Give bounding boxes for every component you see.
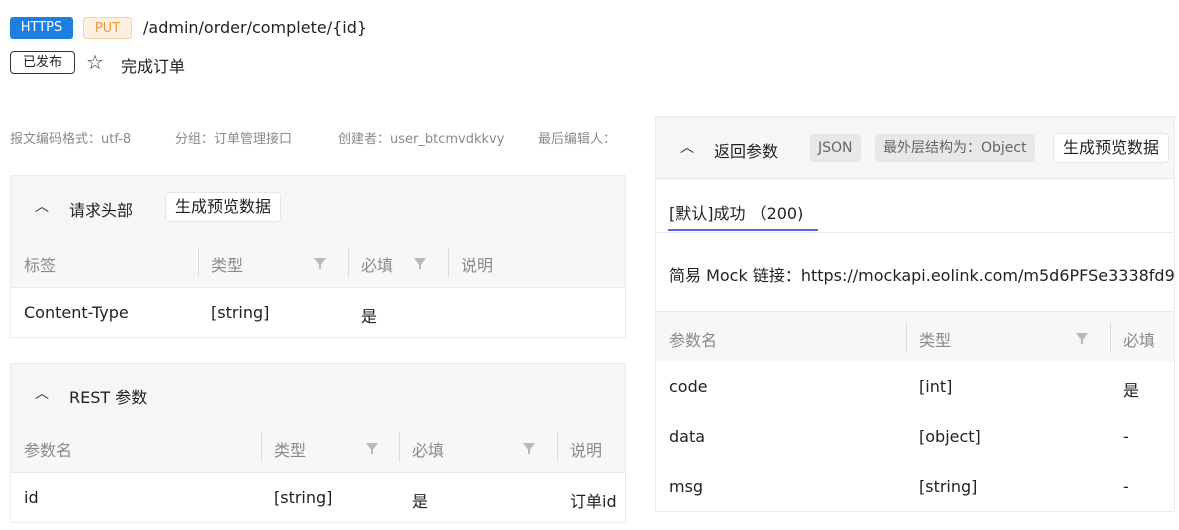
- table-row: id [string] 是 订单id: [11, 473, 625, 522]
- tab-default-success[interactable]: [默认]成功 （200): [669, 200, 803, 224]
- generate-preview-button[interactable]: 生成预览数据: [165, 192, 282, 222]
- table-row: Content-Type [string] 是: [11, 288, 625, 337]
- table-row: data [object] -: [656, 412, 1174, 463]
- star-icon[interactable]: ☆: [86, 50, 104, 74]
- outer-structure-chip[interactable]: 最外层结构为：Object: [875, 134, 1035, 162]
- request-header-title: 请求头部: [69, 201, 134, 220]
- request-header-panel: ︿ 请求头部 生成预览数据 标签 类型 必填 说明 Content-Type […: [10, 175, 626, 338]
- chevron-up-icon[interactable]: ︿: [35, 196, 49, 216]
- filter-icon[interactable]: [523, 443, 535, 454]
- column-divider: [399, 432, 400, 462]
- cell-label: Content-Type: [24, 303, 129, 322]
- chevron-up-icon[interactable]: ︿: [35, 383, 49, 403]
- response-tabs: [默认]成功 （200): [656, 178, 1174, 233]
- meta-group: 分组：订单管理接口: [175, 132, 293, 147]
- generate-preview-button[interactable]: 生成预览数据: [1053, 133, 1170, 163]
- protocol-badge: HTTPS: [10, 17, 73, 39]
- cell-type: [string]: [919, 477, 978, 496]
- response-head: ︿ 返回参数 JSON 最外层结构为：Object 生成预览数据: [656, 117, 1174, 179]
- cell-required: 是: [1123, 381, 1140, 400]
- cell-required: -: [1123, 477, 1129, 496]
- rest-params-panel: ︿ REST 参数 参数名 类型 必填 说明 id [string] 是 订单i…: [10, 363, 626, 523]
- column-divider: [906, 322, 907, 352]
- cell-name: id: [24, 488, 39, 507]
- api-path: /admin/order/complete/{id}: [143, 18, 368, 37]
- rest-params-head: ︿ REST 参数: [11, 364, 625, 423]
- cell-name: code: [669, 377, 708, 396]
- request-header-table-head: 标签 类型 必填 说明: [11, 237, 625, 288]
- chevron-up-icon[interactable]: ︿: [680, 137, 694, 157]
- column-header: 说明: [461, 256, 494, 275]
- format-chip[interactable]: JSON: [810, 134, 861, 162]
- column-header: 说明: [570, 441, 603, 460]
- response-title: 返回参数: [714, 142, 779, 161]
- cell-required: 是: [412, 492, 429, 511]
- column-divider: [348, 247, 349, 277]
- column-header: 必填: [361, 256, 394, 275]
- column-header: 类型: [919, 331, 952, 350]
- column-header: 参数名: [24, 441, 73, 460]
- rest-params-table-head: 参数名 类型 必填 说明: [11, 422, 625, 473]
- response-panel: ︿ 返回参数 JSON 最外层结构为：Object 生成预览数据 [默认]成功 …: [655, 116, 1175, 512]
- meta-encoding: 报文编码格式：utf-8: [10, 132, 132, 147]
- column-header: 必填: [1123, 331, 1156, 350]
- column-header: 类型: [274, 441, 307, 460]
- column-divider: [1110, 322, 1111, 352]
- column-divider: [198, 247, 199, 277]
- cell-required: 是: [361, 307, 378, 326]
- mock-link[interactable]: 简易 Mock 链接：https://mockapi.eolink.com/m5…: [669, 262, 1174, 286]
- filter-icon[interactable]: [314, 258, 326, 269]
- page-title: 完成订单: [121, 57, 186, 76]
- cell-type: [object]: [919, 427, 981, 446]
- filter-icon[interactable]: [1076, 333, 1088, 344]
- response-table-head: 参数名 类型 必填: [656, 311, 1174, 363]
- rest-params-title: REST 参数: [69, 388, 148, 407]
- meta-creator: 创建者：user_btcmvdkkvy: [338, 132, 505, 147]
- column-header: 标签: [24, 256, 57, 275]
- cell-name: msg: [669, 477, 704, 496]
- cell-name: data: [669, 427, 706, 446]
- column-header: 参数名: [669, 331, 718, 350]
- column-divider: [261, 432, 262, 462]
- method-badge: PUT: [83, 17, 132, 39]
- table-row: msg [string] -: [656, 462, 1174, 511]
- request-header-head: ︿ 请求头部 生成预览数据: [11, 176, 625, 238]
- cell-type: [string]: [211, 303, 270, 322]
- meta-last-editor: 最后编辑人：: [538, 132, 617, 147]
- cell-required: -: [1123, 427, 1129, 446]
- filter-icon[interactable]: [414, 258, 426, 269]
- column-divider: [557, 432, 558, 462]
- column-divider: [448, 247, 449, 277]
- status-badge[interactable]: 已发布: [10, 51, 75, 74]
- filter-icon[interactable]: [366, 443, 378, 454]
- column-header: 类型: [211, 256, 244, 275]
- cell-type: [int]: [919, 377, 953, 396]
- cell-type: [string]: [274, 488, 333, 507]
- cell-desc: 订单id: [570, 492, 617, 511]
- tab-active-indicator: [668, 229, 818, 231]
- column-header: 必填: [412, 441, 445, 460]
- table-row: code [int] 是: [656, 362, 1174, 413]
